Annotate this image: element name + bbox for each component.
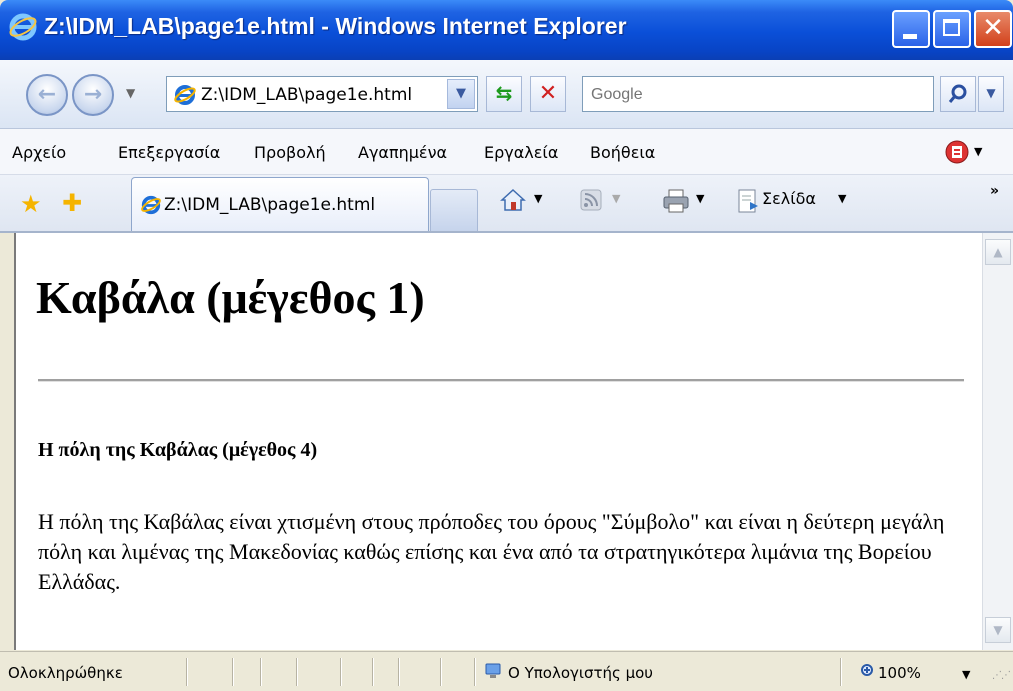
pdf-convert-icon[interactable] bbox=[944, 139, 970, 165]
status-separator bbox=[340, 658, 342, 686]
status-separator bbox=[474, 658, 476, 686]
resize-grip-icon[interactable]: ⋰⋰ bbox=[992, 670, 1011, 681]
search-box[interactable] bbox=[582, 76, 934, 112]
print-dropdown-icon[interactable]: ▼ bbox=[696, 192, 704, 205]
status-separator bbox=[296, 658, 298, 686]
maximize-button[interactable] bbox=[933, 10, 971, 48]
status-bar: Ολοκληρώθηκε Ο Υπολογιστής μου 100% ▼ ⋰⋰ bbox=[0, 651, 1013, 691]
feeds-icon[interactable] bbox=[580, 189, 602, 211]
status-text: Ολοκληρώθηκε bbox=[8, 664, 123, 682]
menu-help[interactable]: Βοήθεια bbox=[590, 143, 655, 162]
search-options-button[interactable]: ▼ bbox=[978, 76, 1004, 112]
ie-logo-icon bbox=[9, 13, 37, 41]
menu-favorites[interactable]: Αγαπημένα bbox=[358, 143, 447, 162]
ie-page-icon bbox=[174, 85, 196, 105]
home-icon[interactable] bbox=[500, 187, 526, 213]
back-button[interactable]: ← bbox=[26, 74, 68, 116]
new-tab-button[interactable] bbox=[430, 189, 478, 231]
page-icon[interactable] bbox=[736, 188, 760, 214]
status-separator bbox=[440, 658, 442, 686]
search-input[interactable] bbox=[589, 83, 923, 107]
status-separator bbox=[840, 658, 842, 686]
address-text: Z:\IDM_LAB\page1e.html bbox=[201, 85, 413, 105]
home-dropdown-icon[interactable]: ▼ bbox=[534, 192, 542, 205]
status-separator bbox=[260, 658, 262, 686]
tab-bar: ★ ✚ Z:\IDM_LAB\page1e.html ▼ ▼ ▼ Σελίδα … bbox=[0, 175, 1013, 233]
page-content: Καβάλα (μέγεθος 1) Η πόλη της Καβάλας (μ… bbox=[14, 233, 984, 650]
back-arrow-icon: ← bbox=[37, 82, 57, 107]
minimize-icon bbox=[903, 34, 917, 39]
recent-pages-dropdown[interactable]: ▼ bbox=[126, 86, 135, 100]
page-paragraph: Η πόλη της Καβάλας είναι χτισμένη στους … bbox=[38, 509, 945, 594]
zoom-dropdown-icon[interactable]: ▼ bbox=[962, 668, 970, 681]
stop-button[interactable]: ✕ bbox=[530, 76, 566, 112]
page-heading: Καβάλα (μέγεθος 1) bbox=[36, 272, 425, 323]
vertical-scrollbar[interactable]: ▲ ▼ bbox=[982, 233, 1013, 650]
zoom-level[interactable]: 100% bbox=[878, 664, 921, 682]
search-button[interactable] bbox=[940, 76, 976, 112]
navigation-bar: ← → ▼ Z:\IDM_LAB\page1e.html ▼ ⇆ ✕ ▼ bbox=[0, 60, 1013, 129]
status-separator bbox=[186, 658, 188, 686]
page-dropdown-icon[interactable]: ▼ bbox=[838, 192, 846, 205]
print-icon[interactable] bbox=[662, 188, 690, 214]
refresh-button[interactable]: ⇆ bbox=[486, 76, 522, 112]
toolbar-overflow-icon[interactable]: » bbox=[990, 183, 999, 199]
page-menu-button[interactable]: Σελίδα bbox=[762, 189, 816, 208]
status-separator bbox=[232, 658, 234, 686]
page-subheading: Η πόλη της Καβάλας (μέγεθος 4) bbox=[38, 439, 318, 461]
security-zone-text: Ο Υπολογιστής μου bbox=[508, 664, 653, 682]
forward-arrow-icon: → bbox=[83, 82, 103, 107]
close-icon: ✕ bbox=[982, 13, 1004, 43]
horizontal-rule bbox=[38, 379, 964, 382]
forward-button[interactable]: → bbox=[72, 74, 114, 116]
ie-tab-icon bbox=[141, 195, 161, 215]
pdf-dropdown-icon[interactable]: ▼ bbox=[974, 145, 982, 158]
tab-page1e[interactable]: Z:\IDM_LAB\page1e.html bbox=[131, 177, 429, 231]
tab-label: Z:\IDM_LAB\page1e.html bbox=[164, 195, 376, 215]
status-separator bbox=[398, 658, 400, 686]
menu-view[interactable]: Προβολή bbox=[254, 143, 326, 162]
my-computer-icon bbox=[485, 663, 501, 678]
maximize-icon bbox=[943, 19, 960, 36]
address-dropdown-button[interactable]: ▼ bbox=[447, 79, 475, 109]
menu-edit[interactable]: Επεξεργασία bbox=[118, 143, 220, 162]
search-icon bbox=[948, 84, 967, 103]
scroll-up-button[interactable]: ▲ bbox=[985, 239, 1011, 265]
menu-bar: Αρχείο Επεξεργασία Προβολή Αγαπημένα Εργ… bbox=[0, 129, 1013, 175]
add-favorites-icon[interactable]: ✚ bbox=[62, 189, 82, 217]
window-title: Z:\IDM_LAB\page1e.html - Windows Interne… bbox=[44, 13, 627, 39]
scroll-down-button[interactable]: ▼ bbox=[985, 617, 1011, 643]
refresh-icon: ⇆ bbox=[495, 81, 513, 105]
minimize-button[interactable] bbox=[892, 10, 930, 48]
menu-file[interactable]: Αρχείο bbox=[12, 143, 66, 162]
menu-tools[interactable]: Εργαλεία bbox=[484, 143, 558, 162]
stop-icon: ✕ bbox=[538, 81, 558, 106]
zoom-icon[interactable] bbox=[860, 663, 876, 679]
feeds-dropdown-icon: ▼ bbox=[612, 192, 621, 205]
favorites-center-icon[interactable]: ★ bbox=[20, 190, 42, 218]
status-separator bbox=[372, 658, 374, 686]
ie-window: Z:\IDM_LAB\page1e.html - Windows Interne… bbox=[0, 0, 1013, 691]
address-bar[interactable]: Z:\IDM_LAB\page1e.html ▼ bbox=[166, 76, 478, 112]
title-bar[interactable]: Z:\IDM_LAB\page1e.html - Windows Interne… bbox=[0, 0, 1013, 60]
close-button[interactable]: ✕ bbox=[974, 10, 1012, 48]
